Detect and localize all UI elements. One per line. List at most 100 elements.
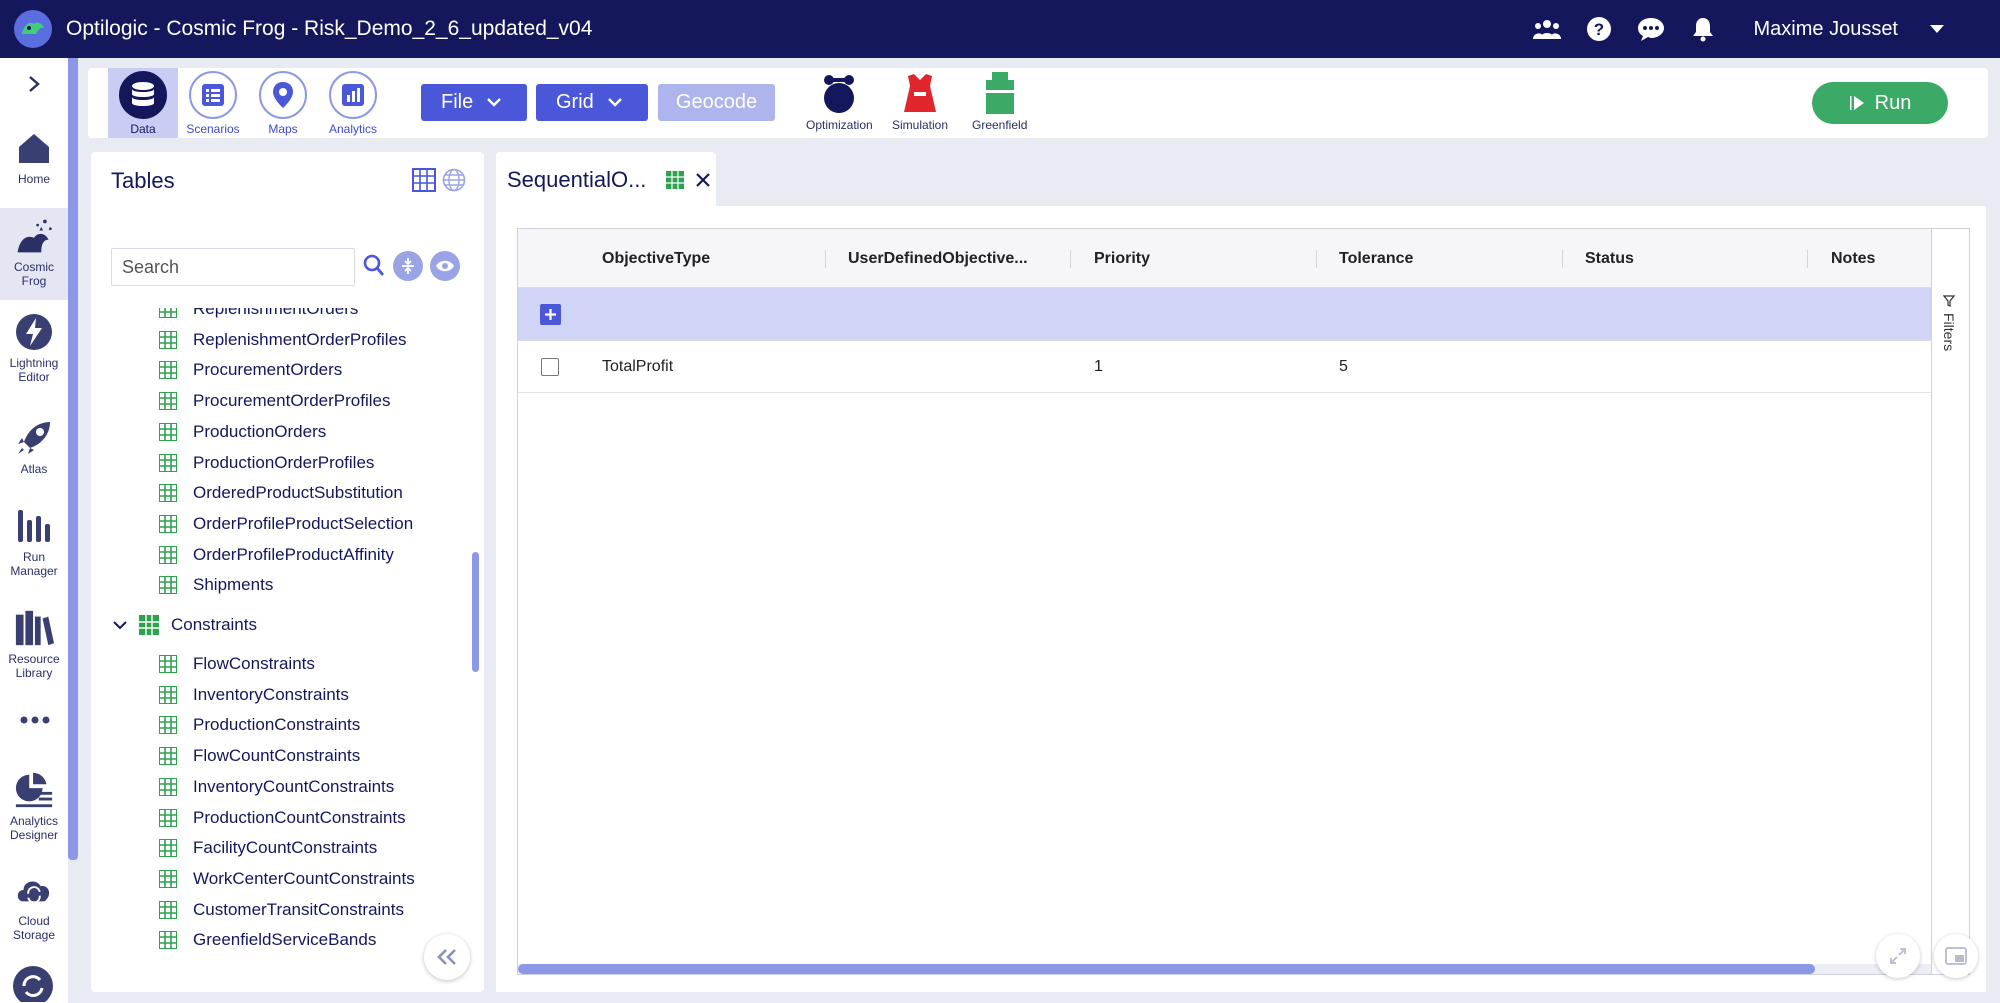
sync-icon[interactable] bbox=[12, 962, 54, 1003]
rail-scrollbar[interactable] bbox=[68, 58, 78, 860]
grid-menu-button[interactable]: Grid bbox=[536, 84, 648, 121]
list-item[interactable]: GreenfieldServiceBands bbox=[159, 925, 376, 955]
cell-priority[interactable]: 1 bbox=[1094, 341, 1103, 393]
search-icon[interactable] bbox=[362, 253, 386, 284]
rail-label: Analytics bbox=[9, 814, 59, 828]
rail-analytics-designer[interactable]: Analytics Designer bbox=[0, 770, 68, 854]
column-header[interactable]: ObjectiveType bbox=[602, 229, 710, 288]
column-header[interactable]: Notes bbox=[1831, 229, 1875, 288]
list-item[interactable]: ProductionOrderProfiles bbox=[159, 448, 374, 478]
column-divider[interactable] bbox=[825, 250, 826, 268]
list-item[interactable]: OrderProfileProductSelection bbox=[159, 509, 413, 539]
tab-analytics[interactable]: Analytics bbox=[318, 68, 388, 138]
tab-data[interactable]: Data bbox=[108, 68, 178, 138]
list-item[interactable]: ProductionOrders bbox=[159, 417, 326, 447]
globe-icon[interactable] bbox=[442, 168, 466, 192]
filters-sidebar[interactable]: Filters bbox=[1931, 229, 1969, 974]
rail-label: Manager bbox=[10, 564, 58, 578]
tab-maps[interactable]: Maps bbox=[248, 68, 318, 138]
tab-scenarios[interactable]: Scenarios bbox=[178, 68, 248, 138]
rail-resource-library[interactable]: Resource Library bbox=[0, 608, 68, 692]
rail-label: Run bbox=[22, 550, 45, 564]
cell-objective-type[interactable]: TotalProfit bbox=[602, 341, 673, 393]
tables-scrollbar-thumb[interactable] bbox=[472, 552, 479, 672]
list-item[interactable]: CustomerTransitConstraints bbox=[159, 895, 404, 925]
column-header[interactable]: UserDefinedObjective... bbox=[848, 229, 1028, 288]
list-item[interactable]: WorkCenterCountConstraints bbox=[159, 864, 415, 894]
collapse-all-button[interactable] bbox=[393, 251, 423, 281]
list-item[interactable]: Shipments bbox=[159, 570, 273, 600]
collapse-panel-button[interactable] bbox=[424, 934, 470, 980]
list-item[interactable]: ReplenishmentOrderProfiles bbox=[159, 325, 407, 355]
expand-view-button[interactable] bbox=[1876, 934, 1920, 978]
simulation-engine-button[interactable]: Simulation bbox=[892, 72, 948, 132]
list-item[interactable]: ProductionCountConstraints bbox=[159, 803, 406, 833]
column-header[interactable]: Priority bbox=[1094, 229, 1150, 288]
table-name: OrderProfileProductSelection bbox=[193, 513, 414, 533]
search-input[interactable] bbox=[111, 248, 355, 286]
column-divider[interactable] bbox=[1070, 250, 1071, 268]
rail-label: Home bbox=[17, 172, 50, 186]
visibility-toggle-button[interactable] bbox=[430, 251, 460, 281]
greenfield-engine-button[interactable]: Greenfield bbox=[972, 72, 1027, 132]
tab-sequential-objectives[interactable]: SequentialO... bbox=[496, 152, 716, 208]
add-row-button[interactable] bbox=[540, 304, 561, 325]
help-icon[interactable]: ? bbox=[1584, 14, 1614, 44]
user-name[interactable]: Maxime Jousset bbox=[1754, 18, 1899, 41]
list-item[interactable]: FlowConstraints bbox=[159, 649, 315, 679]
table-name: OrderProfileProductAffinity bbox=[193, 544, 394, 564]
table-name: ProductionConstraints bbox=[193, 715, 361, 735]
chevron-down-icon bbox=[607, 98, 622, 107]
data-grid: ObjectiveType UserDefinedObjective... Pr… bbox=[517, 228, 1970, 975]
engine-label: Optimization bbox=[806, 118, 873, 132]
svg-text:?: ? bbox=[1593, 20, 1603, 39]
cell-tolerance[interactable]: 5 bbox=[1339, 341, 1348, 393]
row-checkbox[interactable] bbox=[541, 358, 559, 376]
user-menu-caret-icon[interactable] bbox=[1930, 20, 1944, 38]
list-item[interactable]: InventoryConstraints bbox=[159, 680, 349, 710]
rail-cloud-storage[interactable]: Cloud Storage bbox=[0, 870, 68, 954]
rail-atlas[interactable]: Atlas bbox=[0, 418, 68, 488]
column-divider[interactable] bbox=[1316, 250, 1317, 268]
close-icon[interactable] bbox=[695, 172, 711, 188]
list-item[interactable]: FlowCountConstraints bbox=[159, 741, 360, 771]
chevron-down-icon[interactable] bbox=[113, 620, 127, 630]
table-icon bbox=[159, 747, 177, 766]
horizontal-scrollbar-thumb[interactable] bbox=[518, 964, 1815, 974]
rail-run-manager[interactable]: Run Manager bbox=[0, 506, 68, 590]
rail-lightning-editor[interactable]: Lightning Editor bbox=[0, 312, 68, 396]
column-divider[interactable] bbox=[1562, 250, 1563, 268]
file-menu-button[interactable]: File bbox=[421, 84, 527, 121]
team-icon[interactable] bbox=[1532, 14, 1562, 44]
table-row[interactable]: TotalProfit 1 5 bbox=[518, 341, 1931, 393]
list-item[interactable]: ReplenishmentOrders bbox=[159, 308, 358, 324]
app-logo-icon[interactable] bbox=[14, 10, 52, 48]
tables-title: Tables bbox=[111, 168, 175, 193]
expand-rail-icon[interactable] bbox=[22, 72, 46, 96]
list-item[interactable]: ProcurementOrders bbox=[159, 355, 342, 385]
column-divider[interactable] bbox=[1807, 250, 1808, 268]
list-item[interactable]: OrderedProductSubstitution bbox=[159, 478, 403, 508]
column-header[interactable]: Status bbox=[1585, 229, 1634, 288]
bell-icon[interactable] bbox=[1688, 14, 1718, 44]
greenfield-engine-icon bbox=[985, 72, 1014, 114]
grid-view-icon[interactable] bbox=[412, 168, 436, 192]
column-header[interactable]: Tolerance bbox=[1339, 229, 1413, 288]
run-button[interactable]: Run bbox=[1812, 82, 1948, 124]
list-item[interactable]: OrderProfileProductAffinity bbox=[159, 540, 394, 570]
play-icon bbox=[1849, 96, 1864, 110]
list-item[interactable]: ProductionConstraints bbox=[159, 710, 360, 740]
chat-icon[interactable] bbox=[1636, 14, 1666, 44]
picture-in-picture-button[interactable] bbox=[1934, 934, 1978, 978]
list-item[interactable]: ProcurementOrderProfiles bbox=[159, 386, 390, 416]
list-item[interactable]: FacilityCountConstraints bbox=[159, 833, 377, 863]
geocode-button[interactable]: Geocode bbox=[658, 84, 775, 121]
table-icon bbox=[159, 330, 177, 349]
group-label: Constraints bbox=[171, 615, 257, 634]
optimization-engine-button[interactable]: Optimization bbox=[806, 72, 873, 132]
more-icon[interactable] bbox=[20, 712, 50, 724]
rail-home[interactable]: Home bbox=[0, 122, 68, 202]
rail-cosmic-frog[interactable]: Cosmic Frog bbox=[0, 208, 68, 300]
list-item[interactable]: InventoryCountConstraints bbox=[159, 772, 394, 802]
tree-group-constraints[interactable]: Constraints bbox=[113, 610, 257, 640]
